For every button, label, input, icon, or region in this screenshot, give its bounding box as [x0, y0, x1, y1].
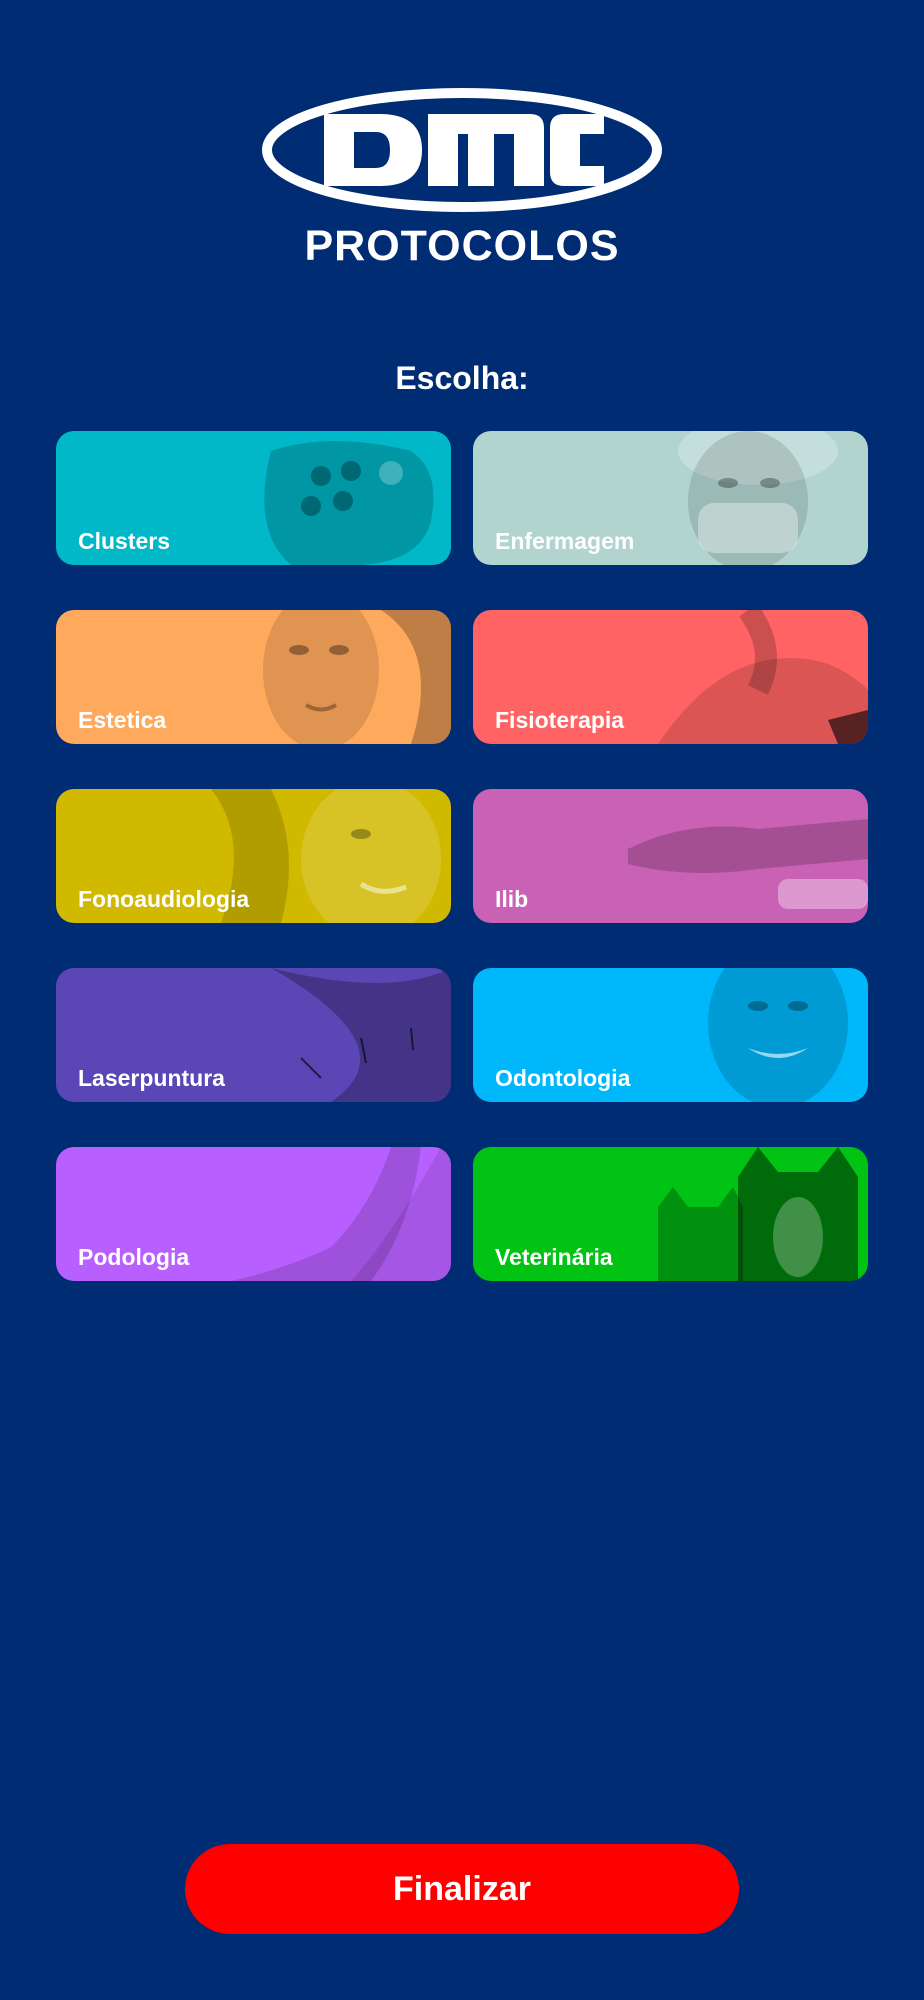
- cat-dog-icon: [628, 1147, 868, 1281]
- foot-icon: [211, 1147, 451, 1281]
- category-card-fonoaudiologia[interactable]: Fonoaudiologia: [56, 789, 451, 923]
- cluster-device-icon: [211, 431, 451, 565]
- face-portrait-icon: [211, 610, 451, 744]
- choose-prompt: Escolha:: [395, 360, 529, 396]
- category-label: Enfermagem: [495, 528, 635, 554]
- category-card-ilib[interactable]: Ilib: [473, 789, 868, 923]
- category-label: Fonoaudiologia: [78, 886, 250, 912]
- category-label: Veterinária: [495, 1244, 613, 1270]
- category-label: Fisioterapia: [495, 707, 625, 733]
- category-card-odontologia[interactable]: Odontologia: [473, 968, 868, 1102]
- wrist-device-icon: [628, 789, 868, 923]
- category-card-podologia[interactable]: Podologia: [56, 1147, 451, 1281]
- dmc-logo: [262, 88, 662, 212]
- category-card-laserpuntura[interactable]: Laserpuntura: [56, 968, 451, 1102]
- category-card-veterinaria[interactable]: Veterinária: [473, 1147, 868, 1281]
- nurse-mask-icon: [628, 431, 868, 565]
- category-card-fisioterapia[interactable]: Fisioterapia: [473, 610, 868, 744]
- smile-teeth-icon: [628, 968, 868, 1102]
- category-card-estetica[interactable]: Estetica: [56, 610, 451, 744]
- app-subtitle: PROTOCOLOS: [304, 222, 620, 270]
- category-label: Odontologia: [495, 1065, 631, 1091]
- category-card-enfermagem[interactable]: Enfermagem: [473, 431, 868, 565]
- category-label: Clusters: [78, 528, 171, 554]
- category-label: Estetica: [78, 707, 167, 733]
- finalize-button[interactable]: Finalizar: [185, 1844, 739, 1934]
- category-label: Podologia: [78, 1244, 190, 1270]
- knee-therapy-icon: [628, 610, 868, 744]
- category-label: Ilib: [495, 886, 529, 912]
- acupuncture-needles-icon: [211, 968, 451, 1102]
- category-label: Laserpuntura: [78, 1065, 225, 1091]
- category-card-clusters[interactable]: Clusters: [56, 431, 451, 565]
